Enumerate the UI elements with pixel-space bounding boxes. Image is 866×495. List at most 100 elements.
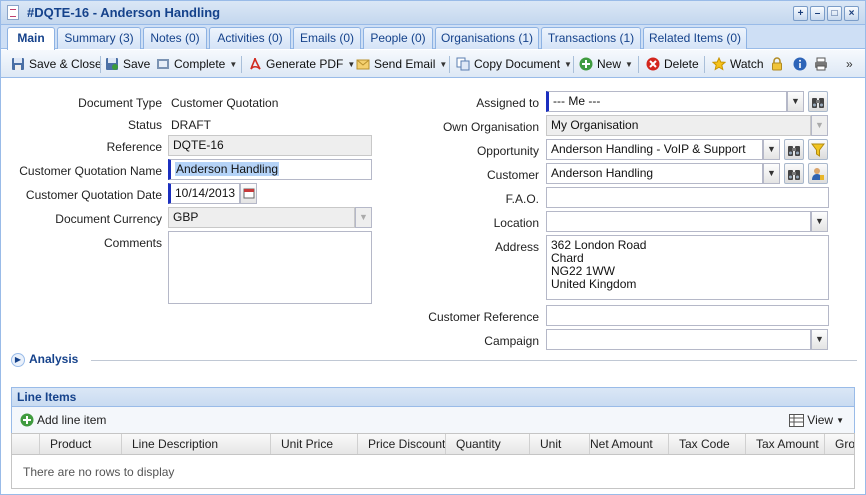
column-header[interactable]: Quantity	[446, 434, 530, 454]
copy-document-button[interactable]: Copy Document ▼	[456, 55, 572, 73]
location-select[interactable]	[546, 211, 811, 232]
column-header[interactable]: Net Amount	[580, 434, 669, 454]
campaign-select[interactable]	[546, 329, 811, 350]
minimize-icon[interactable]: –	[810, 6, 825, 21]
column-header[interactable]: Price Discount	[358, 434, 446, 454]
column-header[interactable]: Tax Amount	[746, 434, 825, 454]
opportunity-filter-button[interactable]	[808, 139, 828, 160]
add-line-item-button[interactable]: Add line item	[20, 413, 106, 427]
pin-icon[interactable]: +	[793, 6, 808, 21]
save-icon	[106, 58, 118, 70]
customer-lookup-button[interactable]	[784, 163, 804, 184]
customer-contact-button[interactable]	[808, 163, 828, 184]
info-button[interactable]	[793, 55, 807, 73]
line-items-grid-body: There are no rows to display	[11, 455, 855, 489]
add-line-item-label: Add line item	[37, 413, 107, 427]
quotation-date-input[interactable]: 10/14/2013	[168, 183, 240, 204]
analysis-title: Analysis	[29, 352, 79, 366]
watch-label: Watch	[730, 57, 764, 71]
toolbar-overflow-button[interactable]: »	[846, 55, 853, 73]
envelope-icon	[356, 59, 370, 70]
close-icon[interactable]: ×	[844, 6, 859, 21]
view-menu-button[interactable]: View ▼	[789, 413, 844, 427]
reference-label: Reference	[106, 140, 162, 154]
tab-transactions[interactable]: Transactions (1)	[541, 27, 641, 49]
address-textarea[interactable]: 362 London Road Chard NG22 1WW United Ki…	[546, 235, 829, 300]
line-items-title: Line Items	[11, 387, 855, 407]
pdf-icon	[250, 57, 261, 70]
window-title: #DQTE-16 - Anderson Handling	[27, 5, 221, 20]
reference-field: DQTE-16	[168, 135, 372, 156]
save-close-button[interactable]: Save & Close	[11, 55, 102, 73]
date-picker-button[interactable]	[240, 183, 257, 204]
complete-button[interactable]: Complete ▼	[156, 55, 237, 73]
chevron-down-icon: ▼	[229, 59, 238, 69]
tab-people[interactable]: People (0)	[363, 27, 433, 49]
customer-select[interactable]: Anderson Handling	[546, 163, 763, 184]
maximize-icon[interactable]: □	[827, 6, 842, 21]
chevron-down-icon: ▼	[347, 59, 356, 69]
opportunity-select[interactable]: Anderson Handling - VoIP & Support	[546, 139, 763, 160]
printer-icon	[815, 57, 827, 71]
own-organisation-label: Own Organisation	[442, 120, 539, 134]
info-icon	[793, 57, 807, 71]
generate-pdf-button[interactable]: Generate PDF ▼	[248, 55, 355, 73]
expand-icon[interactable]: ▶	[11, 353, 25, 367]
quotation-name-input[interactable]: Anderson Handling	[168, 159, 372, 180]
status-label: Status	[127, 118, 162, 132]
column-header[interactable]: Product	[40, 434, 122, 454]
column-header[interactable]: Tax Code	[669, 434, 746, 454]
title-bar: #DQTE-16 - Anderson Handling + – □ ×	[1, 1, 865, 25]
toolbar-separator	[241, 56, 242, 73]
watch-button[interactable]: Watch	[712, 55, 764, 73]
tab-activities[interactable]: Activities (0)	[209, 27, 291, 49]
delete-icon	[646, 57, 660, 71]
chevron-down-icon[interactable]: ▼	[811, 211, 828, 232]
analysis-divider	[91, 360, 857, 361]
tab-organisations[interactable]: Organisations (1)	[435, 27, 539, 49]
chevron-down-icon: ▼	[439, 59, 448, 69]
binoculars-icon	[788, 145, 800, 156]
calendar-icon	[243, 188, 254, 199]
lock-button[interactable]	[770, 55, 784, 73]
column-header[interactable]: Gro	[825, 434, 854, 454]
complete-icon	[157, 59, 169, 69]
chevron-down-icon[interactable]: ▼	[763, 163, 780, 184]
tab-related-items[interactable]: Related Items (0)	[643, 27, 747, 49]
column-header[interactable]: Unit Price	[271, 434, 358, 454]
analysis-section[interactable]: ▶ Analysis	[11, 352, 857, 368]
contact-card-icon	[812, 167, 824, 180]
assigned-to-lookup-button[interactable]	[808, 91, 828, 112]
assigned-to-select[interactable]: --- Me ---	[546, 91, 787, 112]
tab-emails[interactable]: Emails (0)	[293, 27, 361, 49]
star-icon	[712, 57, 726, 71]
save-button[interactable]: Save	[105, 55, 150, 73]
comments-textarea[interactable]	[168, 231, 372, 304]
chevron-down-icon[interactable]: ▼	[763, 139, 780, 160]
column-header[interactable]: Line Description	[122, 434, 271, 454]
print-button[interactable]	[814, 55, 828, 73]
chevron-down-icon[interactable]: ▼	[811, 329, 828, 350]
new-button[interactable]: New ▼	[579, 55, 633, 73]
tab-main[interactable]: Main	[7, 27, 55, 50]
customer-reference-input[interactable]	[546, 305, 829, 326]
floppy-disk-icon	[12, 58, 24, 70]
assigned-to-label: Assigned to	[476, 96, 539, 110]
fao-input[interactable]	[546, 187, 829, 208]
toolbar-separator	[638, 56, 639, 73]
view-label: View	[807, 413, 834, 427]
chevron-down-icon: ▼	[836, 415, 844, 425]
binoculars-icon	[788, 169, 800, 180]
chevron-down-icon[interactable]: ▼	[787, 91, 804, 112]
document-window: #DQTE-16 - Anderson Handling + – □ × Mai…	[0, 0, 866, 495]
tab-notes[interactable]: Notes (0)	[143, 27, 207, 49]
binoculars-icon	[812, 97, 824, 108]
delete-button[interactable]: Delete	[646, 55, 699, 73]
filter-icon	[811, 143, 825, 157]
send-email-button[interactable]: Send Email ▼	[356, 55, 447, 73]
currency-select: GBP	[168, 207, 355, 228]
tab-summary[interactable]: Summary (3)	[57, 27, 141, 49]
opportunity-lookup-button[interactable]	[784, 139, 804, 160]
copy-icon	[456, 57, 470, 71]
window-controls: + – □ ×	[793, 6, 859, 21]
